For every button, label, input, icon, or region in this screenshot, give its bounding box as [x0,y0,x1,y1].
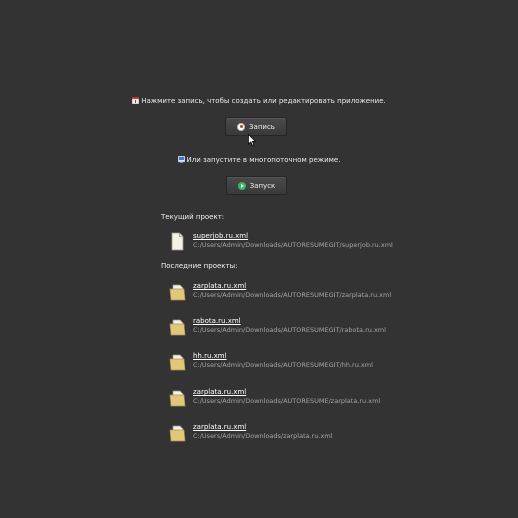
folder-file-icon [169,425,186,442]
record-button[interactable]: Запись [225,117,287,136]
current-project[interactable]: superjob.ru.xml C:/Users/Admin/Downloads… [169,232,409,252]
recent-project-name[interactable]: zarplata.ru.xml [193,282,246,290]
current-project-path: C:/Users/Admin/Downloads/AUTORESUMEGIT/s… [193,241,393,249]
folder-file-icon [169,284,186,301]
start-page: Нажмите запись, чтобы создать или редакт… [0,0,518,518]
info-record-icon [131,96,140,104]
recent-project-path: C:/Users/Admin/Downloads/AUTORESUME/zarp… [193,397,381,405]
record-icon [237,122,246,131]
record-button-label: Запись [249,122,275,131]
run-button-label: Запуск [249,181,276,190]
record-hint-text: Нажмите запись, чтобы создать или редакт… [141,97,386,105]
recent-project-path: C:/Users/Admin/Downloads/zarplata.ru.xml [193,432,333,440]
recent-project-path: C:/Users/Admin/Downloads/AUTORESUMEGIT/r… [193,326,386,334]
run-button[interactable]: Запуск [226,176,287,195]
mouse-cursor-icon [248,134,256,146]
folder-file-icon [169,390,186,407]
run-hint: Или запустите в многопоточном режиме. [0,155,518,164]
recent-project-name[interactable]: zarplata.ru.xml [193,388,246,396]
recent-project-name[interactable]: zarplata.ru.xml [193,423,246,431]
recent-project[interactable]: hh.ru.xml C:/Users/Admin/Downloads/AUTOR… [169,352,409,372]
current-project-heading: Текущий проект: [161,213,225,221]
recent-project[interactable]: zarplata.ru.xml C:/Users/Admin/Downloads… [169,282,409,302]
record-hint: Нажмите запись, чтобы создать или редакт… [0,96,518,105]
document-icon [171,232,184,251]
recent-project-path: C:/Users/Admin/Downloads/AUTORESUMEGIT/h… [193,361,373,369]
run-hint-text: Или запустите в многопоточном режиме. [186,156,341,164]
play-icon [237,181,246,190]
folder-file-icon [169,319,186,336]
folder-file-icon [169,354,186,371]
info-run-icon [177,155,185,163]
current-project-name[interactable]: superjob.ru.xml [193,232,248,240]
recent-project[interactable]: rabota.ru.xml C:/Users/Admin/Downloads/A… [169,317,409,337]
recent-project-path: C:/Users/Admin/Downloads/AUTORESUMEGIT/z… [193,291,392,299]
recent-project[interactable]: zarplata.ru.xml C:/Users/Admin/Downloads… [169,423,409,443]
recent-project-name[interactable]: rabota.ru.xml [193,317,241,325]
recent-project-name[interactable]: hh.ru.xml [193,352,227,360]
recent-projects-heading: Последние проекты: [161,262,238,270]
recent-project[interactable]: zarplata.ru.xml C:/Users/Admin/Downloads… [169,388,409,408]
